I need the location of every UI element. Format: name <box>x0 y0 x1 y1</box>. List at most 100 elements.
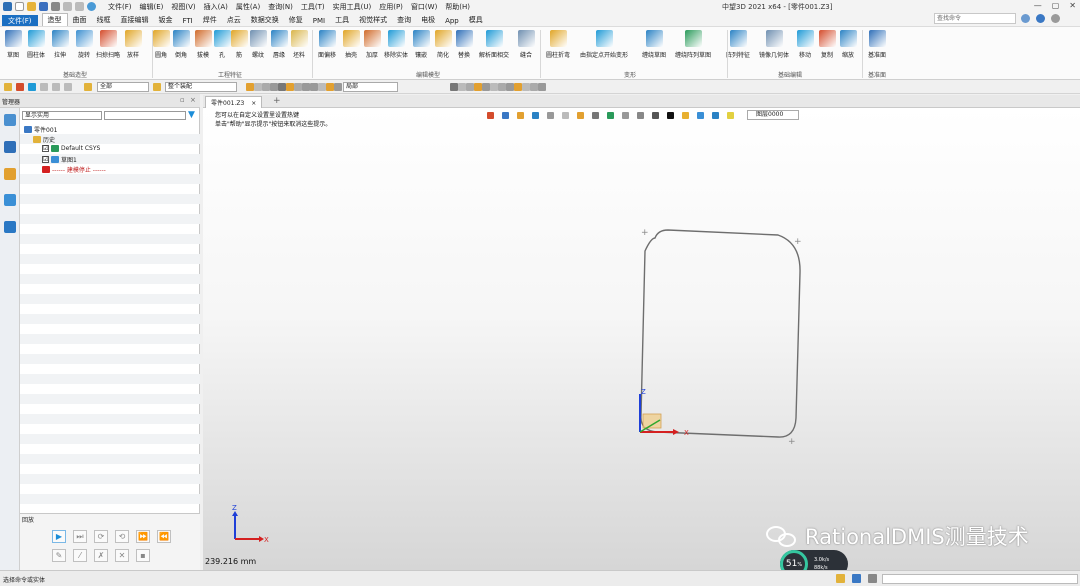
new-tab-icon[interactable]: + <box>273 96 281 106</box>
menu-item[interactable]: 编辑(E) <box>140 2 164 12</box>
ribbon-tab[interactable]: 点云 <box>222 14 246 26</box>
ribbon-tool-button[interactable]: 镜像几何体 <box>759 30 789 59</box>
ribbon-tool-button[interactable]: 圆柱体 <box>24 30 48 59</box>
rollback-button[interactable]: ⏩ <box>136 530 150 543</box>
snap-icon[interactable] <box>482 83 490 91</box>
ribbon-tool-button[interactable]: 扫掠扫略 <box>96 30 120 59</box>
graphics-viewport[interactable]: 您可以在自定义设置里设置热键 单击"帮助"显示提示"按钮来取消这些提示。 图层0… <box>203 108 1080 578</box>
status-display-icon[interactable] <box>852 574 861 583</box>
ribbon-tool-button[interactable]: 草图 <box>1 30 25 59</box>
panel-close-icon[interactable]: × <box>190 96 196 104</box>
box-select-icon[interactable] <box>28 83 36 91</box>
ribbon-tab[interactable]: App <box>440 16 464 26</box>
ribbon-tab[interactable]: 查询 <box>392 14 416 26</box>
ribbon-tab[interactable]: 文件(F) <box>2 15 38 26</box>
menu-item[interactable]: 应用(P) <box>379 2 403 12</box>
status-grid-icon[interactable] <box>868 574 877 583</box>
ribbon-tool-button[interactable]: 缝合 <box>514 30 538 59</box>
snap-icon[interactable] <box>262 83 270 91</box>
ribbon-tab[interactable]: 视觉样式 <box>354 14 392 26</box>
rollback-button[interactable]: ⟲ <box>115 530 129 543</box>
minimize-icon[interactable]: — <box>1034 1 1042 10</box>
ribbon-tool-button[interactable]: 替换 <box>452 30 476 59</box>
ribbon-tab[interactable]: 直接编辑 <box>116 14 154 26</box>
regen-icon[interactable] <box>87 2 96 11</box>
assembly-manager-icon[interactable] <box>4 141 16 153</box>
polygon-select-icon[interactable] <box>64 83 72 91</box>
lasso-icon[interactable] <box>40 83 48 91</box>
close-icon[interactable]: ✕ <box>1069 1 1076 10</box>
ribbon-tool-button[interactable]: 缩放 <box>836 30 860 59</box>
rollback-button[interactable]: ⟳ <box>94 530 108 543</box>
ribbon-tool-button[interactable]: 加厚 <box>360 30 384 59</box>
snap-icon[interactable] <box>450 83 458 91</box>
snap-icon[interactable] <box>254 83 262 91</box>
filter-all-combo[interactable]: 全部 <box>97 82 149 92</box>
command-input[interactable] <box>882 574 1078 584</box>
funnel-icon[interactable]: ▼ <box>188 110 198 120</box>
snap-icon[interactable] <box>514 83 522 91</box>
document-tab[interactable]: 零件001.Z3 × <box>205 96 263 108</box>
snap-icon[interactable] <box>302 83 310 91</box>
ribbon-tool-button[interactable]: 解析面相交 <box>479 30 509 59</box>
ribbon-tab[interactable]: PMI <box>308 16 330 26</box>
view-combo[interactable]: 局部 <box>343 82 398 92</box>
tree-node[interactable]: ☑ 草图1 <box>42 155 77 164</box>
print-icon[interactable] <box>51 2 60 11</box>
snap-icon[interactable] <box>278 83 286 91</box>
ribbon-tab[interactable]: 曲面 <box>68 14 92 26</box>
snap-icon[interactable] <box>490 83 498 91</box>
menu-item[interactable]: 属性(A) <box>236 2 260 12</box>
ribbon-tab[interactable]: 工具 <box>330 14 354 26</box>
filter-scope-combo[interactable]: 整个装配 <box>165 82 237 92</box>
tree-node-checkbox[interactable]: ☑ <box>42 156 49 163</box>
help-icon[interactable] <box>1036 14 1045 23</box>
save-icon[interactable] <box>39 2 48 11</box>
rollback-button[interactable]: ⁄ <box>73 549 87 562</box>
ribbon-tab[interactable]: 焊件 <box>198 14 222 26</box>
ribbon-tool-button[interactable]: 移动 <box>793 30 817 59</box>
ribbon-tool-button[interactable]: 坯料 <box>287 30 311 59</box>
view-manager-icon[interactable] <box>4 168 16 180</box>
snap-icon[interactable] <box>538 83 546 91</box>
snap-icon[interactable] <box>310 83 318 91</box>
snap-icon[interactable] <box>334 83 342 91</box>
search-icon[interactable] <box>1021 14 1030 23</box>
snap-icon[interactable] <box>498 83 506 91</box>
snap-icon[interactable] <box>506 83 514 91</box>
status-lock-icon[interactable] <box>836 574 845 583</box>
rollback-button[interactable]: ✕ <box>115 549 129 562</box>
menu-item[interactable]: 视图(V) <box>171 2 195 12</box>
ribbon-tool-button[interactable]: 移除实体 <box>384 30 408 59</box>
ribbon-tab[interactable]: 模具 <box>464 14 488 26</box>
ribbon-tab[interactable]: 钣金 <box>154 14 178 26</box>
pin-icon[interactable]: ▫ <box>180 96 185 104</box>
undo-icon[interactable] <box>63 2 72 11</box>
tree-filter-combo[interactable]: 显示实用 <box>22 111 102 120</box>
ribbon-tab[interactable]: 线框 <box>92 14 116 26</box>
menu-item[interactable]: 查询(N) <box>268 2 293 12</box>
snap-icon[interactable] <box>466 83 474 91</box>
rollback-button[interactable]: ▶ <box>52 530 66 543</box>
ribbon-tab[interactable]: 修复 <box>284 14 308 26</box>
snap-icon[interactable] <box>270 83 278 91</box>
snap-icon[interactable] <box>522 83 530 91</box>
menu-item[interactable]: 窗口(W) <box>411 2 437 12</box>
circle-select-icon[interactable] <box>52 83 60 91</box>
command-search-input[interactable]: 查找命令 <box>934 13 1016 24</box>
menu-item[interactable]: 帮助(H) <box>445 2 470 12</box>
open-folder-icon[interactable] <box>27 2 36 11</box>
snap-icon[interactable] <box>246 83 254 91</box>
tree-node[interactable]: 历史 <box>33 135 55 144</box>
document-tab-close-icon[interactable]: × <box>251 100 256 107</box>
ribbon-tab[interactable]: 电极 <box>416 14 440 26</box>
ribbon-tab[interactable]: FTI <box>178 16 198 26</box>
ribbon-tool-button[interactable]: 拉伸 <box>48 30 72 59</box>
redo-icon[interactable] <box>75 2 84 11</box>
ribbon-tool-button[interactable]: 面偏移 <box>315 30 339 59</box>
tree-node-checkbox[interactable]: ☑ <box>42 145 49 152</box>
rollback-button[interactable]: ✗ <box>94 549 108 562</box>
settings-icon[interactable] <box>1051 14 1060 23</box>
app-logo-icon[interactable] <box>3 2 12 11</box>
rollback-button[interactable]: ⏪ <box>157 530 171 543</box>
